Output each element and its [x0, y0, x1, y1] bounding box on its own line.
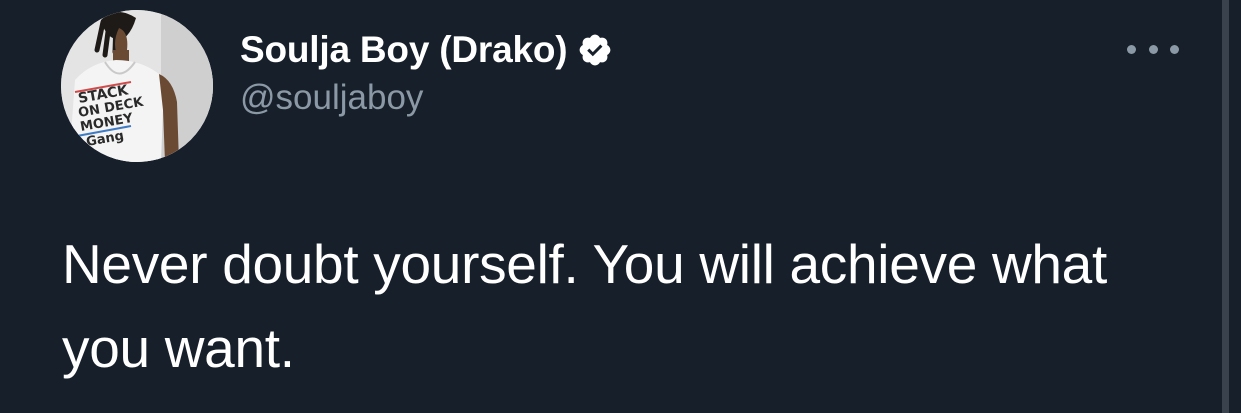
- verified-badge-icon: [577, 32, 613, 68]
- avatar-photo: STACK ON DECK MONEY Gang: [61, 10, 213, 162]
- more-dot: [1170, 44, 1179, 54]
- tweet-text: Never doubt yourself. You will achieve w…: [62, 233, 1107, 379]
- tweet-header: Soulja Boy (Drako) @souljaboy: [240, 26, 613, 118]
- more-dot: [1148, 44, 1158, 54]
- more-horizontal-icon[interactable]: [1127, 38, 1179, 60]
- tweet-card: STACK ON DECK MONEY Gang Soulja Boy (Dra…: [0, 0, 1241, 413]
- display-name[interactable]: Soulja Boy (Drako): [240, 29, 568, 71]
- scrollbar[interactable]: [1222, 0, 1229, 413]
- more-dot: [1127, 44, 1136, 54]
- user-handle[interactable]: @souljaboy: [240, 78, 613, 118]
- name-row: Soulja Boy (Drako): [240, 26, 613, 74]
- avatar[interactable]: STACK ON DECK MONEY Gang: [61, 10, 213, 162]
